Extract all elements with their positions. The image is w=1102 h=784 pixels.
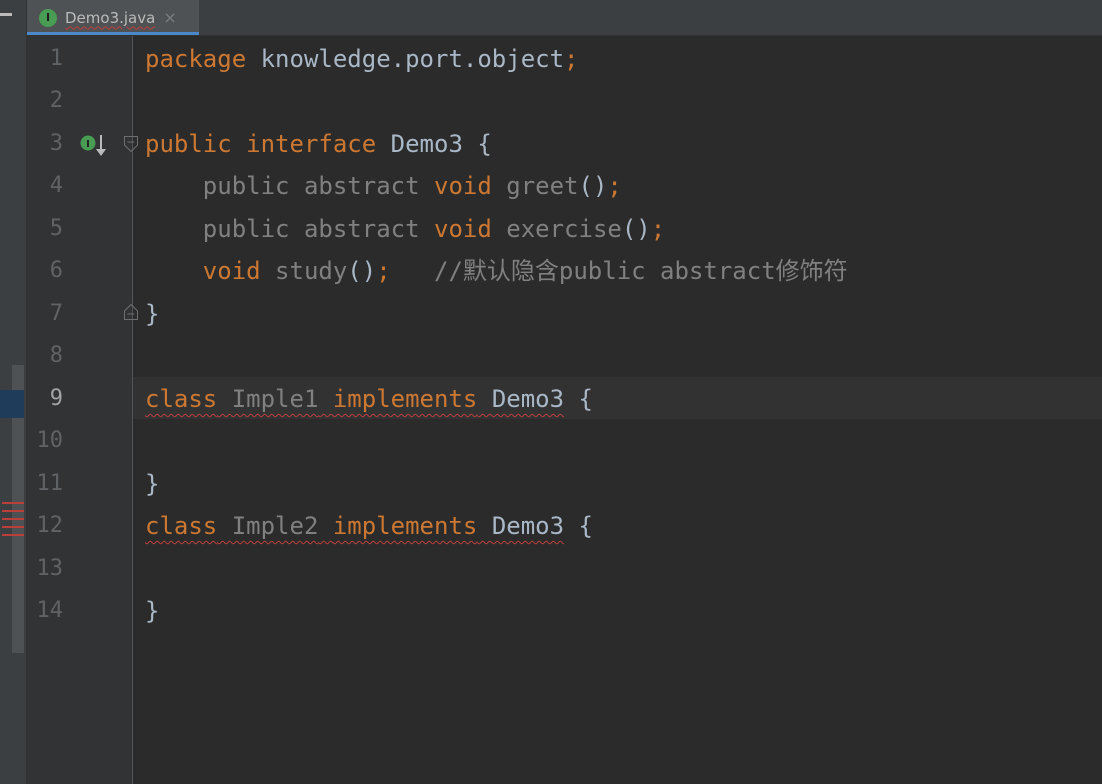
code-line-6[interactable]: void study(); //默认隐含public abstract修饰符 (145, 250, 848, 292)
method-name: exercise (506, 215, 622, 243)
method-name: greet (506, 172, 579, 200)
open-brace: { (462, 130, 492, 158)
keyword: class (145, 385, 218, 413)
line-number: 4 (49, 173, 63, 198)
close-brace: } (145, 597, 160, 625)
parens: () (347, 257, 377, 285)
minimize-icon[interactable] (0, 13, 12, 16)
current-line-marker (0, 390, 24, 418)
tab-demo3-java[interactable]: I Demo3.java × (27, 0, 199, 35)
parens: () (621, 215, 651, 243)
line-number-current: 9 (49, 386, 63, 411)
parens: () (578, 172, 608, 200)
keyword: void (434, 172, 492, 200)
code-line-14[interactable]: } (145, 590, 159, 632)
error-stripe-marker[interactable] (2, 534, 24, 536)
code-line-9[interactable]: class Imple1 implements Demo3 { (145, 378, 593, 420)
keyword: public (145, 130, 232, 158)
error-stripe-marker[interactable] (2, 526, 24, 528)
line-number: 13 (36, 556, 64, 581)
fold-end-icon[interactable] (123, 303, 139, 321)
fold-collapse-icon[interactable] (123, 135, 139, 153)
tab-title: Demo3.java (65, 8, 156, 27)
line-number: 3 (49, 131, 63, 156)
class-name: Imple1 (231, 385, 319, 413)
close-brace: } (145, 300, 160, 328)
line-number: 11 (36, 471, 64, 496)
close-brace: } (145, 470, 160, 498)
line-number: 2 (49, 88, 63, 113)
code-line-5[interactable]: public abstract void exercise(); (145, 208, 665, 250)
line-number: 1 (49, 46, 63, 71)
line-comment: //默认隐含public abstract修饰符 (434, 257, 848, 285)
code-line-1[interactable]: package knowledge.port.object; (145, 38, 579, 80)
class-name: Imple2 (231, 512, 319, 540)
redundant-modifiers: public abstract (202, 172, 420, 200)
line-number: 14 (36, 598, 64, 623)
line-number: 5 (49, 216, 63, 241)
tool-window-strip (0, 0, 27, 784)
code-line-4[interactable]: public abstract void greet(); (145, 165, 622, 207)
error-stripe-marker[interactable] (2, 502, 24, 504)
line-number: 10 (36, 428, 64, 453)
svg-text:I: I (86, 139, 90, 150)
keyword: void (202, 257, 261, 285)
keyword: implements (332, 512, 478, 540)
code-line-3[interactable]: public interface Demo3 { (145, 123, 492, 165)
semicolon: ; (376, 257, 391, 285)
code-line-12[interactable]: class Imple2 implements Demo3 { (145, 505, 593, 547)
code-line-11[interactable]: } (145, 463, 159, 505)
interface-ref: Demo3 (491, 385, 565, 413)
interface-name: Demo3 (390, 130, 463, 158)
redundant-modifiers: public abstract (202, 215, 420, 243)
implemented-by-icon[interactable]: I (80, 134, 106, 158)
line-number: 7 (49, 301, 63, 326)
interface-ref: Demo3 (491, 512, 565, 540)
line-number: 12 (36, 513, 64, 538)
code-line-7[interactable]: } (145, 293, 159, 335)
error-stripe-marker[interactable] (2, 510, 24, 512)
keyword: class (145, 512, 218, 540)
open-brace: { (564, 385, 593, 413)
interface-icon: I (39, 8, 57, 27)
keyword: interface (246, 130, 377, 158)
close-icon[interactable]: × (163, 8, 176, 27)
semicolon: ; (650, 215, 666, 243)
keyword: void (434, 215, 492, 243)
keyword: package (145, 45, 247, 73)
semicolon: ; (607, 172, 622, 200)
method-name: study (275, 257, 348, 285)
line-number: 6 (49, 258, 63, 283)
open-brace: { (564, 512, 593, 540)
line-number: 8 (49, 343, 63, 368)
active-tab-indicator (27, 32, 199, 35)
package-name: knowledge.port.object (246, 45, 565, 73)
keyword: implements (332, 385, 478, 413)
editor-tab-bar: I Demo3.java × (27, 0, 1102, 36)
error-stripe-marker[interactable] (2, 518, 24, 520)
semicolon: ; (564, 45, 579, 73)
